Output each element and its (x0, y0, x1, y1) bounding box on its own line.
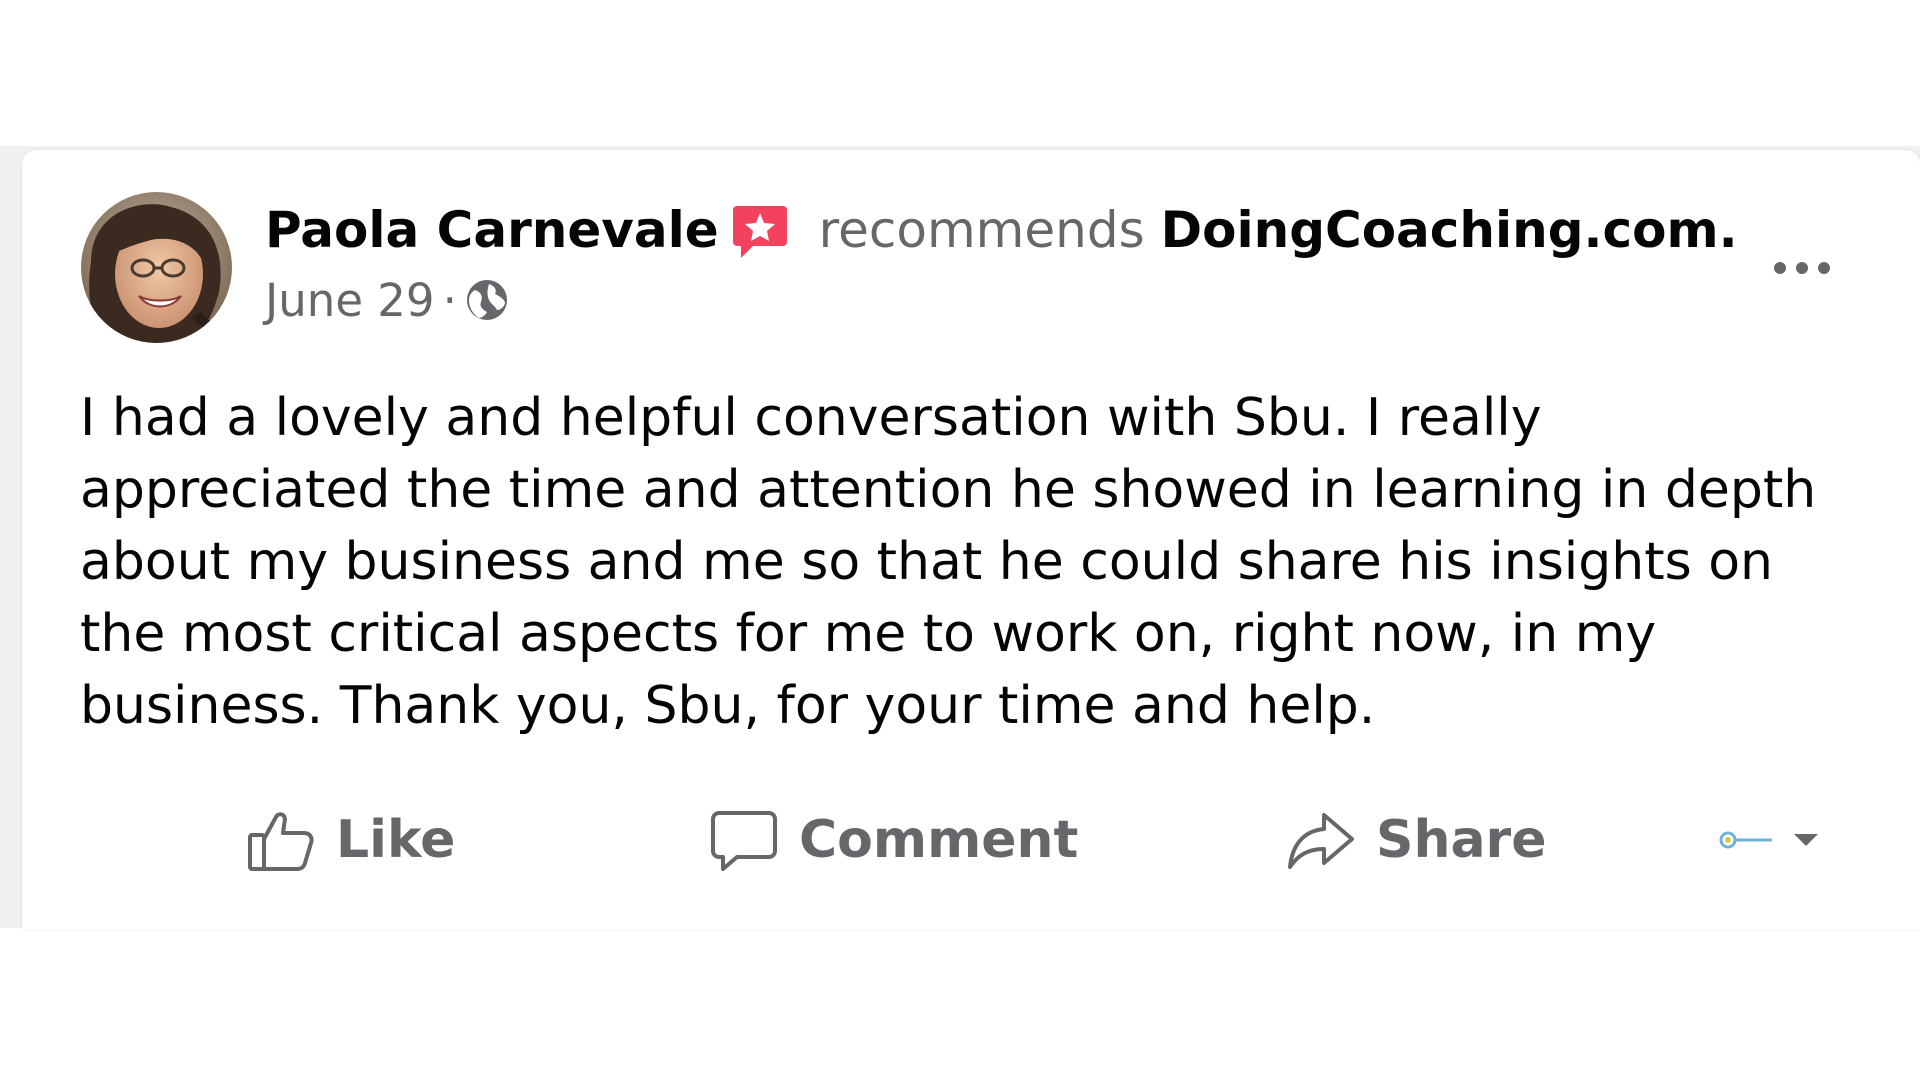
thumbs-up-icon (244, 803, 318, 877)
page-name-period: . (1718, 201, 1738, 259)
comment-bubble-icon (707, 803, 781, 877)
post-actions-bar: Like Comment Share (22, 790, 1920, 890)
page-name-link[interactable]: DoingCoaching.com (1161, 198, 1719, 262)
comment-button[interactable]: Comment (707, 790, 1078, 890)
recommends-text: recommends (818, 201, 1145, 259)
globe-icon[interactable] (463, 276, 511, 324)
avatar[interactable] (81, 192, 232, 343)
author-name[interactable]: Paola Carnevale (265, 198, 719, 262)
post-meta: June 29 · (265, 272, 511, 328)
like-label: Like (336, 810, 456, 870)
post-header: Paola Carnevale recommends DoingCoaching… (265, 198, 1738, 262)
post-card: Paola Carnevale recommends DoingCoaching… (22, 150, 1920, 930)
like-button[interactable]: Like (244, 790, 455, 890)
more-options-icon (1774, 262, 1830, 274)
page: Paola Carnevale recommends DoingCoaching… (0, 0, 1920, 1080)
comment-label: Comment (799, 810, 1079, 870)
share-button[interactable]: Share (1284, 790, 1546, 890)
meta-separator: · (442, 273, 457, 327)
recommendation-star-icon (731, 198, 789, 262)
post-text: I had a lovely and helpful conversation … (80, 382, 1850, 742)
post-date[interactable]: June 29 (265, 274, 435, 327)
chevron-down-icon (1794, 834, 1818, 846)
share-arrow-icon (1284, 803, 1358, 877)
reaction-audience-selector[interactable] (1710, 810, 1850, 870)
small-avatar-icon (1719, 831, 1772, 849)
post-body-text: I had a lovely and helpful conversation … (80, 388, 1817, 736)
share-label: Share (1376, 810, 1547, 870)
more-options-button[interactable] (1757, 238, 1847, 298)
